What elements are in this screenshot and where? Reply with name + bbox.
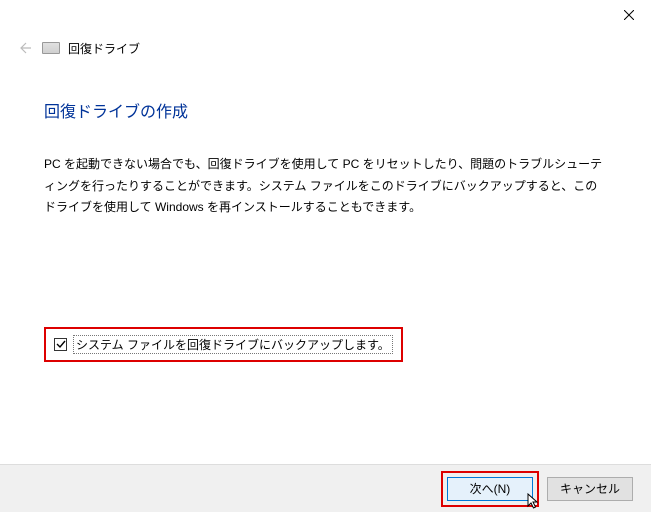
close-button[interactable] bbox=[606, 0, 651, 30]
drive-icon bbox=[42, 42, 60, 54]
next-button[interactable]: 次へ(N) bbox=[447, 477, 533, 501]
header-row: 回復ドライブ bbox=[0, 30, 651, 58]
close-icon bbox=[624, 10, 634, 20]
footer: 次へ(N) キャンセル bbox=[0, 464, 651, 512]
backup-checkbox-row[interactable]: システム ファイルを回復ドライブにバックアップします。 bbox=[54, 335, 393, 354]
page-title: 回復ドライブの作成 bbox=[44, 98, 607, 122]
content-area: 回復ドライブの作成 PC を起動できない場合でも、回復ドライブを使用して PC … bbox=[0, 58, 651, 362]
description-text: PC を起動できない場合でも、回復ドライブを使用して PC をリセットしたり、問… bbox=[44, 154, 607, 219]
backup-checkbox[interactable] bbox=[54, 338, 67, 351]
checkbox-highlight: システム ファイルを回復ドライブにバックアップします。 bbox=[44, 327, 403, 362]
backup-checkbox-label: システム ファイルを回復ドライブにバックアップします。 bbox=[73, 335, 393, 354]
back-button[interactable] bbox=[14, 38, 34, 58]
window-label: 回復ドライブ bbox=[68, 40, 140, 57]
back-arrow-icon bbox=[16, 40, 32, 56]
cancel-button[interactable]: キャンセル bbox=[547, 477, 633, 501]
titlebar bbox=[0, 0, 651, 30]
next-button-highlight: 次へ(N) bbox=[441, 471, 539, 507]
checkmark-icon bbox=[56, 339, 66, 349]
